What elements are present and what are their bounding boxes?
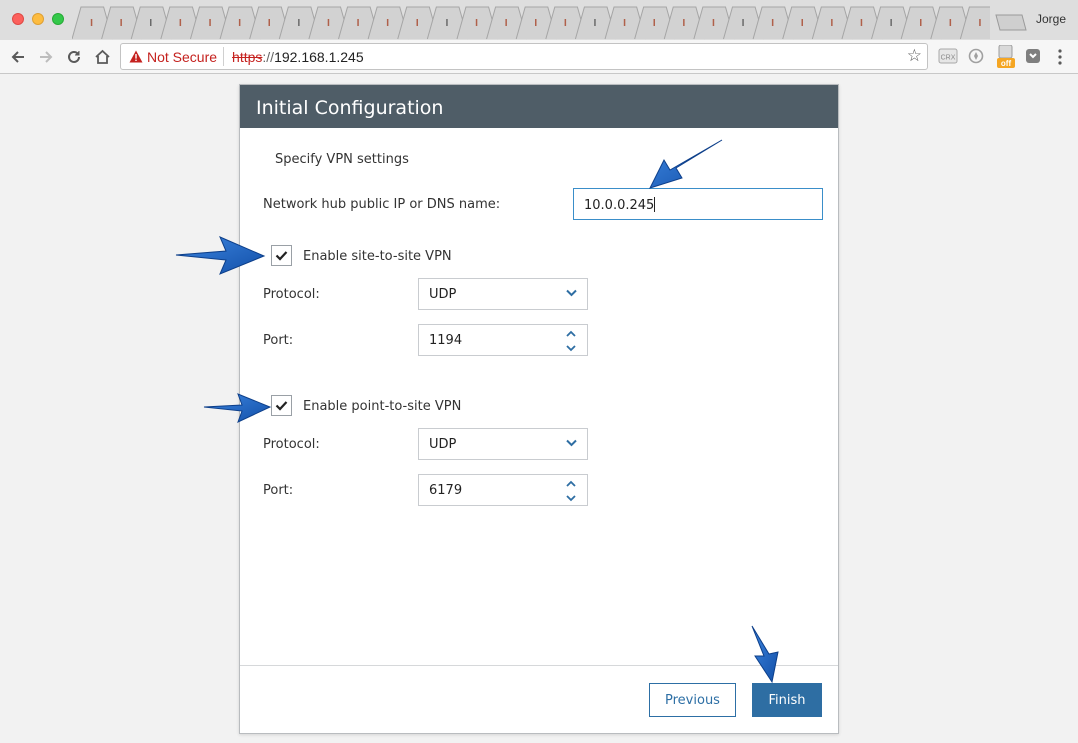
site-port-value: 1194 [429,333,463,348]
tab-favicon-icon [446,19,448,26]
point-port-label: Port: [263,483,294,498]
tab-favicon-icon [120,19,122,26]
tab-favicon-icon [890,19,892,26]
point-to-site-checkbox[interactable] [271,395,292,416]
tab-favicon-icon [949,19,952,26]
annotation-arrow-finish [751,625,779,684]
tab-favicon-icon [238,19,241,26]
annotation-arrow-site-to-site [175,236,266,275]
site-protocol-select[interactable]: UDP [418,278,588,310]
home-button[interactable] [91,46,113,68]
previous-button[interactable]: Previous [649,683,736,717]
annotation-arrow-point-to-site [203,393,272,423]
tab-favicon-icon [209,19,211,26]
dialog-subtitle: Specify VPN settings [275,152,409,167]
tab-favicon-icon [653,19,655,26]
point-port-value: 6179 [429,483,463,498]
back-button[interactable] [7,46,29,68]
menu-kebab-icon[interactable] [1053,49,1067,69]
profile-name[interactable]: Jorge [1036,12,1066,26]
close-window-button[interactable] [12,13,24,25]
tab-favicon-icon [771,19,774,26]
security-indicator[interactable]: Not Secure [123,47,225,66]
tab-favicon-icon [979,19,981,26]
annotation-arrow-hub [649,139,723,189]
adblock-off-icon[interactable]: off [995,44,1017,68]
tab-favicon-icon [150,19,152,26]
tab-favicon-icon [268,19,270,26]
site-to-site-label[interactable]: Enable site-to-site VPN [303,249,452,264]
reload-icon [68,50,80,63]
url-text[interactable]: https://192.168.1.245 [232,49,364,65]
new-tab-button[interactable] [994,14,1028,31]
not-secure-label: Not Secure [147,48,218,65]
pocket-icon[interactable] [1024,47,1042,67]
site-port-stepper[interactable]: 1194 [418,324,588,356]
chevron-down-icon [566,289,577,297]
warning-triangle-icon [129,50,143,63]
point-port-stepper[interactable]: 6179 [418,474,588,506]
home-icon [94,49,110,64]
tab-favicon-icon [564,19,567,26]
tab-favicon-icon [831,19,833,26]
tab-favicon-icon [594,19,596,26]
hub-address-input[interactable]: 10.0.0.245 [573,188,823,220]
tabs-graphic [72,6,990,40]
site-port-label: Port: [263,333,294,348]
point-protocol-label: Protocol: [263,437,320,452]
tab-favicon-icon [386,19,389,26]
tab-favicon-icon [742,19,744,26]
spinner-arrows-icon[interactable] [565,329,577,353]
tab-favicon-icon [623,19,626,26]
ext-badge-text: off [1001,59,1012,68]
svg-text:CRX: CRX [941,55,956,62]
site-protocol-label: Protocol: [263,287,320,302]
tab-favicon-icon [90,19,93,26]
url-separator: :// [262,48,275,65]
url-host: 192.168.1.245 [274,48,364,65]
tab-strip[interactable] [72,6,990,40]
window-titlebar: Jorge [0,0,1078,40]
tab-favicon-icon [416,19,418,26]
tab-favicon-icon [475,19,478,26]
tab-favicon-icon [357,19,359,26]
bookmark-star-icon[interactable]: ☆ [907,46,922,66]
checkmark-icon [275,401,288,411]
browser-toolbar: Not Secure https://192.168.1.245 ☆ CRX o… [0,40,1078,74]
tab-favicon-icon [298,19,300,26]
tab-favicon-icon [179,19,182,26]
tab-favicon-icon [920,19,922,26]
checkmark-icon [275,251,288,261]
dialog-title: Initial Configuration [240,85,838,128]
finish-button[interactable]: Finish [752,683,822,717]
spinner-arrows-icon[interactable] [565,479,577,503]
browser-tab[interactable] [959,6,990,40]
minimize-window-button[interactable] [32,13,44,25]
tab-favicon-icon [535,19,537,26]
point-protocol-select[interactable]: UDP [418,428,588,460]
arrow-right-icon [40,51,53,63]
arrow-left-icon [11,51,24,63]
tab-favicon-icon [327,19,330,26]
text-caret [654,197,656,212]
forward-button[interactable] [35,46,57,68]
address-bar[interactable]: Not Secure https://192.168.1.245 ☆ [120,43,928,70]
tab-favicon-icon [683,19,685,26]
tab-favicon-icon [860,19,863,26]
crx-icon[interactable]: CRX [938,47,958,67]
point-to-site-label[interactable]: Enable point-to-site VPN [303,399,461,414]
tab-favicon-icon [505,19,507,26]
maximize-window-button[interactable] [52,13,64,25]
compass-icon[interactable] [967,47,985,67]
hub-address-value: 10.0.0.245 [584,198,655,213]
site-to-site-checkbox[interactable] [271,245,292,266]
site-protocol-value: UDP [429,287,457,302]
point-protocol-value: UDP [429,437,457,452]
url-scheme: https [232,48,263,65]
reload-button[interactable] [63,46,85,68]
chevron-down-icon [566,439,577,447]
tab-favicon-icon [712,19,715,26]
hub-address-label: Network hub public IP or DNS name: [263,197,501,212]
tab-favicon-icon [801,19,803,26]
